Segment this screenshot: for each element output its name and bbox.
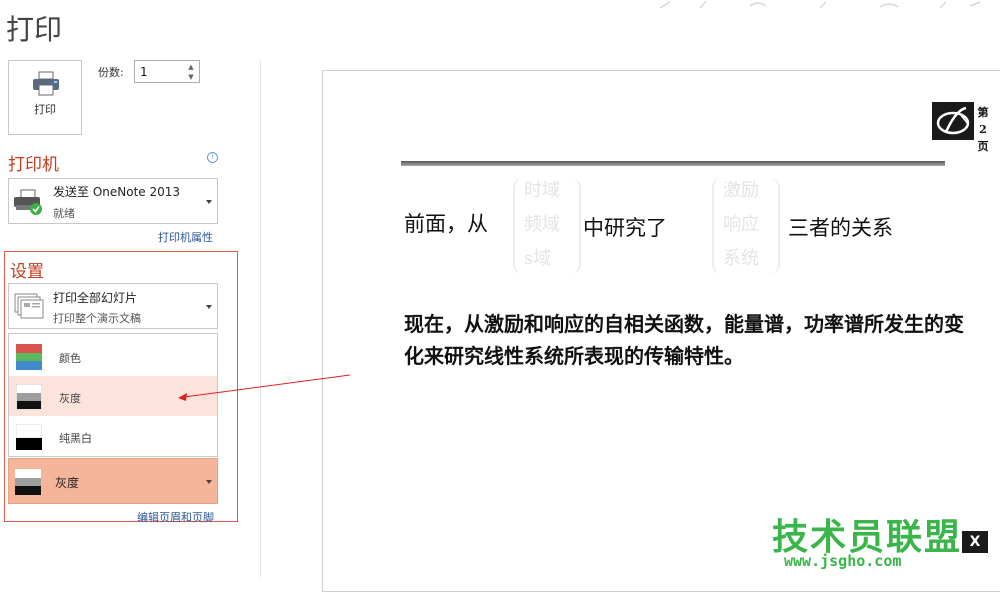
color-option-label: 灰度 [59,392,81,405]
slide-brace-item: 响应 [723,214,759,235]
spin-up-icon[interactable]: ▲ [185,62,197,72]
panel-divider [260,60,261,577]
slide-text-line1-start: 前面，从 [404,212,488,236]
printer-icon [33,71,59,96]
grayscale-swatch-icon [16,384,42,410]
slide-text-line1-end: 三者的关系 [788,216,893,240]
info-icon[interactable]: i [207,152,218,163]
slide-brace-item: s域 [524,248,552,269]
page-title: 打印 [6,13,63,46]
selected-color-mode: 灰度 [55,476,80,490]
color-swatch-icon [16,344,42,370]
slide-brace-item: 频域 [524,214,560,235]
black-white-swatch-icon [16,424,42,450]
slide-brace-domains: 时域 频域 s域 [513,178,581,274]
slide-brace-item: 系统 [723,248,759,269]
print-button-label: 打印 [34,103,56,116]
slides-range-subtitle: 打印整个演示文稿 [53,312,141,325]
color-option-black-white[interactable]: 纯黑白 [9,416,217,456]
spin-down-icon[interactable]: ▼ [185,72,197,82]
printer-dropdown[interactable]: 发送至 OneNote 2013 就绪 [8,178,218,224]
slide-paragraph: 现在，从激励和响应的自相关函数，能量谱，功率谱所发生的变化来研究线性系统所表现的… [404,312,964,368]
edit-header-footer-link[interactable]: 编辑页眉和页脚 [137,509,214,525]
chevron-down-icon [206,200,212,204]
slides-range-title: 打印全部幻灯片 [53,291,138,305]
grayscale-swatch-icon [15,469,41,495]
printer-status: 就绪 [53,207,75,220]
color-mode-dropdown[interactable]: 灰度 [8,458,218,504]
copies-input[interactable]: 1 ▲ ▼ [134,60,200,83]
printer-name: 发送至 OneNote 2013 [53,185,181,199]
slides-range-dropdown[interactable]: 打印全部幻灯片 打印整个演示文稿 [8,283,218,329]
chevron-down-icon [206,305,212,309]
settings-section-title: 设置 [10,262,44,282]
slide-logo-icon [932,102,974,140]
color-option-label: 纯黑白 [59,432,92,445]
copies-value: 1 [140,65,148,79]
printer-section-title: 打印机 [8,155,59,175]
slide-brace-system: 激励 响应 系统 [712,178,780,274]
slide-text-line1-middle: 中研究了 [583,216,667,240]
slides-stack-icon [14,293,44,319]
watermark-url: www.jsgho.com [784,552,902,570]
close-icon[interactable]: X [962,531,988,553]
slide-brace-item: 激励 [723,180,759,201]
color-option-label: 颜色 [59,352,81,365]
slide-brace-item: 时域 [524,180,560,201]
slide-page-number: 第2页 [977,106,989,153]
printer-device-icon [14,189,42,215]
toolbar-faint-icons [659,0,981,9]
chevron-down-icon [206,480,212,484]
slide-header-rule [401,161,945,166]
print-button[interactable]: 打印 [8,60,82,135]
annotation-arrow-icon [178,374,351,401]
printer-properties-link[interactable]: 打印机属性 [158,229,213,245]
copies-label: 份数: [98,66,124,79]
